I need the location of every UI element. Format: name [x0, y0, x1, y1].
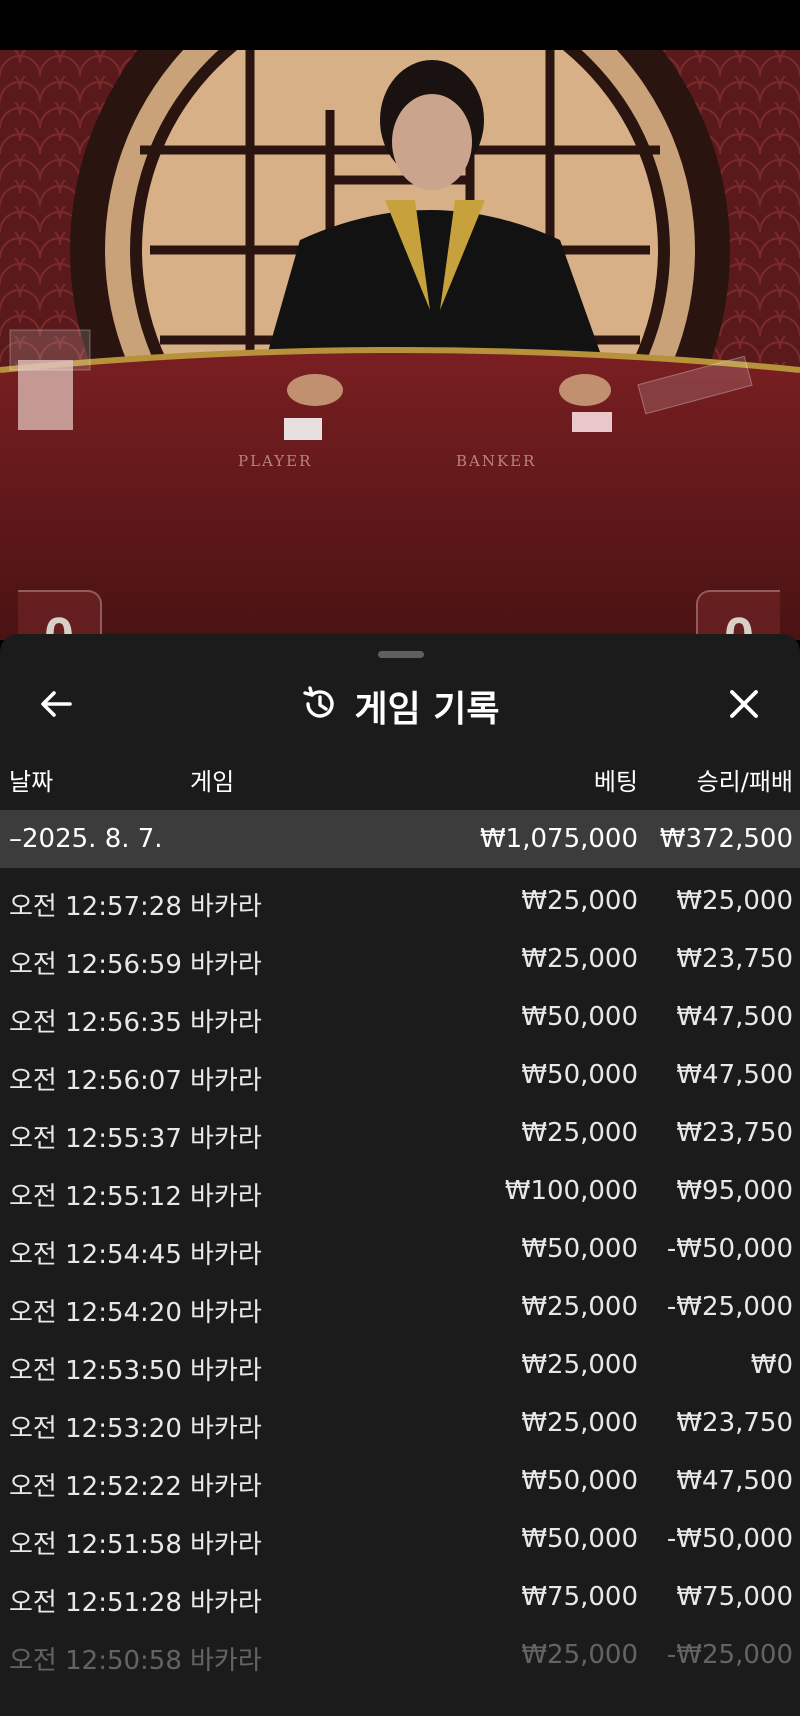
row-time: 오전 12:53:50	[9, 1356, 182, 1386]
row-bet: ₩25,000	[521, 1292, 638, 1322]
summary-bet-total: ₩1,075,000	[479, 824, 638, 854]
dealer-scene	[0, 50, 800, 640]
player-score: 0	[18, 590, 102, 640]
column-bet: 베팅	[593, 768, 638, 796]
row-time: 오전 12:54:20	[9, 1298, 182, 1328]
row-bet: ₩50,000	[521, 1002, 638, 1032]
history-row[interactable]: 오전 12:55:12 바카라 ₩100,000 ₩95,000	[0, 1158, 800, 1216]
row-time: 오전 12:50:58	[9, 1646, 182, 1676]
history-row[interactable]: 오전 12:50:58 바카라 ₩25,000 -₩25,000	[0, 1622, 800, 1680]
row-result: -₩25,000	[666, 1292, 793, 1322]
history-row[interactable]: 오전 12:56:35 바카라 ₩50,000 ₩47,500	[0, 984, 800, 1042]
row-bet: ₩25,000	[521, 1408, 638, 1438]
status-bar	[0, 0, 800, 50]
row-result: ₩95,000	[676, 1176, 793, 1206]
row-bet: ₩25,000	[521, 886, 638, 916]
date-summary-row[interactable]: –2025. 8. 7. ₩1,075,000 ₩372,500	[0, 810, 800, 868]
row-bet: ₩50,000	[521, 1234, 638, 1264]
row-game: 바카라	[190, 1356, 262, 1386]
close-icon	[726, 686, 762, 726]
row-game: 바카라	[190, 1124, 262, 1154]
row-time: 오전 12:51:28	[9, 1588, 182, 1618]
row-time: 오전 12:51:58	[9, 1530, 182, 1560]
row-result: ₩25,000	[676, 886, 793, 916]
row-result: -₩25,000	[666, 1640, 793, 1670]
row-time: 오전 12:55:37	[9, 1124, 182, 1154]
row-game: 바카라	[190, 1066, 262, 1096]
history-row[interactable]: 오전 12:56:59 바카라 ₩25,000 ₩23,750	[0, 926, 800, 984]
row-game: 바카라	[190, 1530, 262, 1560]
row-time: 오전 12:56:07	[9, 1066, 182, 1096]
row-time: 오전 12:56:59	[9, 950, 182, 980]
player-area-label: PLAYER	[238, 452, 313, 470]
column-result: 승리/패배	[696, 768, 793, 796]
row-result: ₩47,500	[676, 1002, 793, 1032]
summary-result-total: ₩372,500	[659, 824, 793, 854]
row-bet: ₩25,000	[521, 1118, 638, 1148]
history-row[interactable]: 오전 12:52:22 바카라 ₩50,000 ₩47,500	[0, 1448, 800, 1506]
sheet-header: 게임 기록	[0, 674, 800, 738]
history-row[interactable]: 오전 12:53:20 바카라 ₩25,000 ₩23,750	[0, 1390, 800, 1448]
row-game: 바카라	[190, 1298, 262, 1328]
column-headers: 날짜 게임 베팅 승리/패배	[0, 762, 800, 798]
summary-date: –2025. 8. 7.	[9, 824, 163, 854]
history-list: 오전 12:57:28 바카라 ₩25,000 ₩25,000 오전 12:56:59…	[0, 868, 800, 1680]
banker-area-label: BANKER	[456, 452, 537, 470]
live-video-stream: PLAYER BANKER 0 0	[0, 50, 800, 640]
row-game: 바카라	[190, 1182, 262, 1212]
row-game: 바카라	[190, 1646, 262, 1676]
row-bet: ₩50,000	[521, 1466, 638, 1496]
row-time: 오전 12:56:35	[9, 1008, 182, 1038]
banker-score: 0	[696, 590, 780, 640]
row-result: ₩23,750	[676, 944, 793, 974]
row-bet: ₩50,000	[521, 1060, 638, 1090]
row-game: 바카라	[190, 950, 262, 980]
row-game: 바카라	[190, 1414, 262, 1444]
row-bet: ₩50,000	[521, 1524, 638, 1554]
row-result: -₩50,000	[666, 1524, 793, 1554]
back-button[interactable]	[24, 674, 88, 738]
row-bet: ₩25,000	[521, 1640, 638, 1670]
history-row[interactable]: 오전 12:56:07 바카라 ₩50,000 ₩47,500	[0, 1042, 800, 1100]
history-row[interactable]: 오전 12:57:28 바카라 ₩25,000 ₩25,000	[0, 868, 800, 926]
row-result: -₩50,000	[666, 1234, 793, 1264]
history-row[interactable]: 오전 12:54:20 바카라 ₩25,000 -₩25,000	[0, 1274, 800, 1332]
history-row[interactable]: 오전 12:55:37 바카라 ₩25,000 ₩23,750	[0, 1100, 800, 1158]
row-time: 오전 12:54:45	[9, 1240, 182, 1270]
history-row[interactable]: 오전 12:53:50 바카라 ₩25,000 ₩0	[0, 1332, 800, 1390]
row-result: ₩75,000	[676, 1582, 793, 1612]
history-icon	[300, 684, 340, 728]
row-time: 오전 12:57:28	[9, 892, 182, 922]
row-bet: ₩100,000	[504, 1176, 638, 1206]
row-result: ₩23,750	[676, 1408, 793, 1438]
row-bet: ₩25,000	[521, 1350, 638, 1380]
row-game: 바카라	[190, 1008, 262, 1038]
row-time: 오전 12:52:22	[9, 1472, 182, 1502]
arrow-left-icon	[38, 686, 74, 726]
row-game: 바카라	[190, 892, 262, 922]
close-button[interactable]	[712, 674, 776, 738]
title-group: 게임 기록	[0, 674, 800, 738]
history-row[interactable]: 오전 12:54:45 바카라 ₩50,000 -₩50,000	[0, 1216, 800, 1274]
row-bet: ₩25,000	[521, 944, 638, 974]
row-game: 바카라	[190, 1240, 262, 1270]
history-row[interactable]: 오전 12:51:58 바카라 ₩50,000 -₩50,000	[0, 1506, 800, 1564]
row-game: 바카라	[190, 1588, 262, 1618]
column-date: 날짜	[9, 768, 54, 796]
row-game: 바카라	[190, 1472, 262, 1502]
history-row[interactable]: 오전 12:51:28 바카라 ₩75,000 ₩75,000	[0, 1564, 800, 1622]
game-history-sheet: 게임 기록 날짜 게임 베팅 승리/패배 –2025. 8. 7. ₩1,075…	[0, 634, 800, 1716]
drag-handle[interactable]	[378, 651, 424, 658]
row-time: 오전 12:53:20	[9, 1414, 182, 1444]
row-result: ₩47,500	[676, 1466, 793, 1496]
row-bet: ₩75,000	[521, 1582, 638, 1612]
row-time: 오전 12:55:12	[9, 1182, 182, 1212]
sheet-title: 게임 기록	[354, 689, 500, 730]
column-game: 게임	[190, 768, 235, 796]
row-result: ₩23,750	[676, 1118, 793, 1148]
row-result: ₩47,500	[676, 1060, 793, 1090]
row-result: ₩0	[750, 1350, 793, 1380]
